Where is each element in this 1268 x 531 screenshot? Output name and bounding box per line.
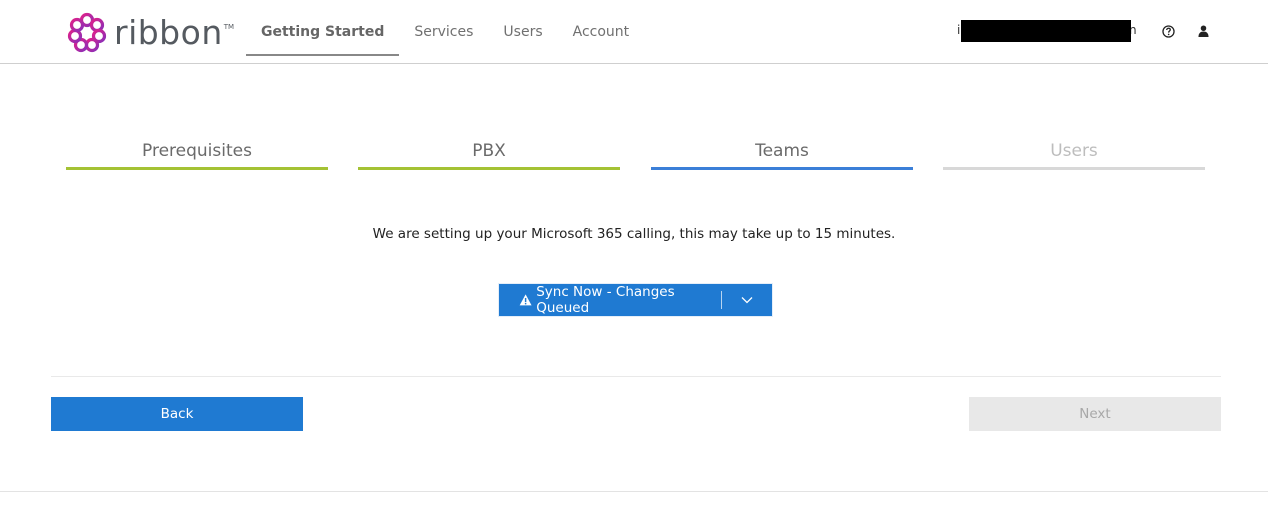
page: ribbon TM Getting Started Services Users…: [0, 0, 1268, 531]
user-identity: i n: [957, 20, 1137, 42]
step-users: Users: [943, 140, 1205, 170]
ribbon-logo[interactable]: ribbon TM: [66, 12, 234, 54]
step-label: Users: [1050, 141, 1098, 161]
setup-status-message: We are setting up your Microsoft 365 cal…: [372, 226, 896, 242]
footer-divider: [0, 491, 1268, 492]
nav-users[interactable]: Users: [488, 0, 557, 56]
nav-services[interactable]: Services: [399, 0, 488, 56]
nav-getting-started[interactable]: Getting Started: [246, 0, 400, 56]
setup-steps: Prerequisites PBX Teams Users: [66, 140, 1206, 172]
step-teams: Teams: [651, 140, 913, 170]
logo-wordmark: ribbon: [114, 13, 223, 52]
sync-now-button[interactable]: Sync Now - Changes Queued: [499, 284, 721, 316]
step-label: Prerequisites: [142, 141, 252, 161]
step-progress-bar: [651, 167, 913, 170]
sync-options-dropdown[interactable]: [722, 284, 772, 316]
logo-trademark: TM: [223, 23, 235, 31]
step-pbx: PBX: [358, 140, 620, 170]
ribbon-logo-icon: [67, 12, 107, 53]
main-nav: Getting Started Services Users Account: [246, 0, 644, 58]
redacted-user-name: [961, 20, 1131, 42]
user-name-start: i: [957, 23, 961, 37]
step-label: PBX: [472, 141, 506, 161]
sync-now-label: Sync Now - Changes Queued: [536, 284, 675, 316]
user-icon: [1197, 25, 1209, 37]
back-button[interactable]: Back: [51, 397, 303, 431]
help-button[interactable]: [1158, 21, 1178, 41]
nav-account[interactable]: Account: [558, 0, 645, 56]
section-divider: [51, 376, 1221, 377]
step-prerequisites: Prerequisites: [66, 140, 328, 170]
step-progress-bar: [66, 167, 328, 170]
help-circle-icon: [1161, 24, 1175, 38]
sync-now-split-button: Sync Now - Changes Queued: [499, 284, 772, 316]
next-button[interactable]: Next: [969, 397, 1221, 431]
step-progress-bar: [358, 167, 620, 170]
chevron-down-icon: [741, 297, 753, 304]
warning-icon: [519, 294, 532, 306]
step-progress-bar: [943, 167, 1205, 170]
step-label: Teams: [755, 141, 809, 161]
user-menu-button[interactable]: [1193, 21, 1213, 41]
top-header: ribbon TM Getting Started Services Users…: [0, 0, 1268, 64]
